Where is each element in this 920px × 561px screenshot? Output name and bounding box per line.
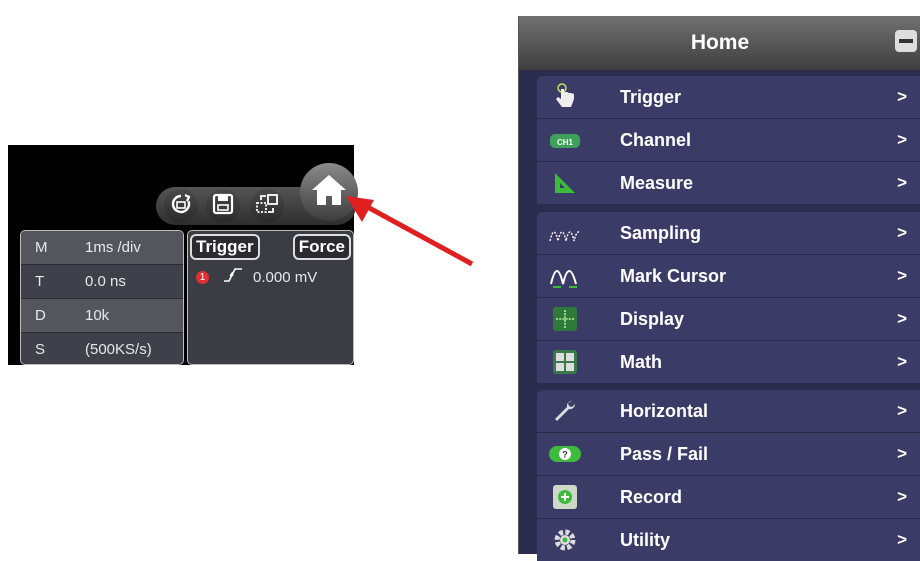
scope-panel: M 1ms /div T 0.0 ns D 10k S (500KS/s) Trigge… — [8, 145, 358, 365]
minus-icon — [899, 39, 913, 43]
swap-button[interactable] — [250, 189, 284, 223]
crosshair-icon — [547, 304, 583, 334]
info-row: S (500KS/s) — [21, 333, 183, 364]
menu-item-label: Math — [620, 351, 662, 372]
chevron-right-icon: > — [897, 223, 907, 242]
menu-item-label: Pass / Fail — [620, 443, 709, 464]
chevron-right-icon: > — [897, 444, 907, 463]
menu-item-label: Horizontal — [620, 400, 708, 421]
refresh-icon — [169, 192, 193, 221]
rising-edge-icon — [223, 267, 243, 287]
menu-item-utility[interactable]: Utility > — [537, 519, 920, 561]
swap-icon — [255, 192, 279, 221]
menu-group-analysis: Sampling > Mark Cursor > Display > Math … — [537, 212, 920, 383]
waveform-icon — [547, 218, 583, 248]
info-key: M — [35, 239, 48, 256]
info-value: 0.0 ns — [85, 273, 126, 290]
record-icon — [547, 482, 583, 512]
svg-text:CH1: CH1 — [557, 138, 574, 147]
chevron-right-icon: > — [897, 130, 907, 149]
chevron-right-icon: > — [897, 266, 907, 285]
annotation-arrow — [346, 196, 474, 267]
menu-header: Home — [519, 16, 920, 70]
chevron-right-icon: > — [897, 487, 907, 506]
menu-item-label: Measure — [620, 172, 694, 193]
home-menu: Home Trigger > CH1 Channel > Measure > S… — [518, 16, 920, 561]
refresh-button[interactable] — [164, 189, 198, 223]
menu-item-sampling[interactable]: Sampling > — [537, 212, 920, 255]
pass-fail-icon: ? — [547, 439, 583, 469]
info-value: (500KS/s) — [85, 341, 152, 358]
cursor-wave-icon — [547, 261, 583, 291]
hand-pointer-icon — [547, 82, 583, 112]
info-key: T — [35, 273, 45, 290]
menu-group-basic: Trigger > CH1 Channel > Measure > — [537, 76, 920, 204]
gear-icon — [547, 525, 583, 555]
ch1-icon: CH1 — [547, 125, 583, 155]
menu-item-trigger[interactable]: Trigger > — [537, 76, 920, 119]
timebase-info: M 1ms /div T 0.0 ns D 10k S (500KS/s) — [20, 230, 184, 365]
menu-item-label: Mark Cursor — [620, 265, 727, 286]
chevron-right-icon: > — [897, 352, 907, 371]
chevron-right-icon: > — [897, 530, 907, 549]
calculator-icon — [547, 347, 583, 377]
info-value: 1ms /div — [85, 239, 141, 256]
menu-item-record[interactable]: Record > — [537, 476, 920, 519]
menu-item-label: Utility — [620, 529, 671, 550]
menu-item-label: Trigger — [620, 86, 682, 107]
wrench-icon — [547, 396, 583, 426]
save-icon — [212, 193, 234, 220]
collapse-button[interactable] — [895, 30, 917, 52]
chevron-right-icon: > — [897, 309, 907, 328]
menu-item-measure[interactable]: Measure > — [537, 162, 920, 204]
menu-item-pass-fail[interactable]: ? Pass / Fail > — [537, 433, 920, 476]
menu-item-display[interactable]: Display > — [537, 298, 920, 341]
svg-text:?: ? — [562, 450, 568, 460]
chevron-right-icon: > — [897, 87, 907, 106]
menu-title: Home — [690, 31, 750, 54]
menu-item-label: Channel — [620, 129, 692, 150]
info-key: S — [35, 341, 46, 358]
info-value: 10k — [85, 307, 110, 324]
trigger-button[interactable]: Trigger — [190, 234, 260, 260]
menu-item-mark-cursor[interactable]: Mark Cursor > — [537, 255, 920, 298]
trigger-status: 1 0.000 mV — [196, 267, 317, 287]
info-key: D — [35, 307, 46, 324]
info-row: T 0.0 ns — [21, 265, 183, 299]
chevron-right-icon: > — [897, 401, 907, 420]
menu-item-channel[interactable]: CH1 Channel > — [537, 119, 920, 162]
triangle-ruler-icon — [547, 168, 583, 198]
menu-item-label: Display — [620, 308, 685, 329]
menu-group-system: Horizontal > ? Pass / Fail > Record > Ut… — [537, 390, 920, 561]
menu-item-label: Sampling — [620, 222, 702, 243]
menu-item-math[interactable]: Math > — [537, 341, 920, 383]
trigger-info: Trigger Force 1 0.000 mV — [187, 230, 354, 365]
menu-item-label: Record — [620, 486, 683, 507]
info-row: D 10k — [21, 299, 183, 333]
info-row: M 1ms /div — [21, 231, 183, 265]
menu-item-horizontal[interactable]: Horizontal > — [537, 390, 920, 433]
save-button[interactable] — [206, 189, 240, 223]
channel-badge: 1 — [196, 270, 209, 284]
trigger-level: 0.000 mV — [253, 268, 318, 286]
chevron-right-icon: > — [897, 173, 907, 192]
